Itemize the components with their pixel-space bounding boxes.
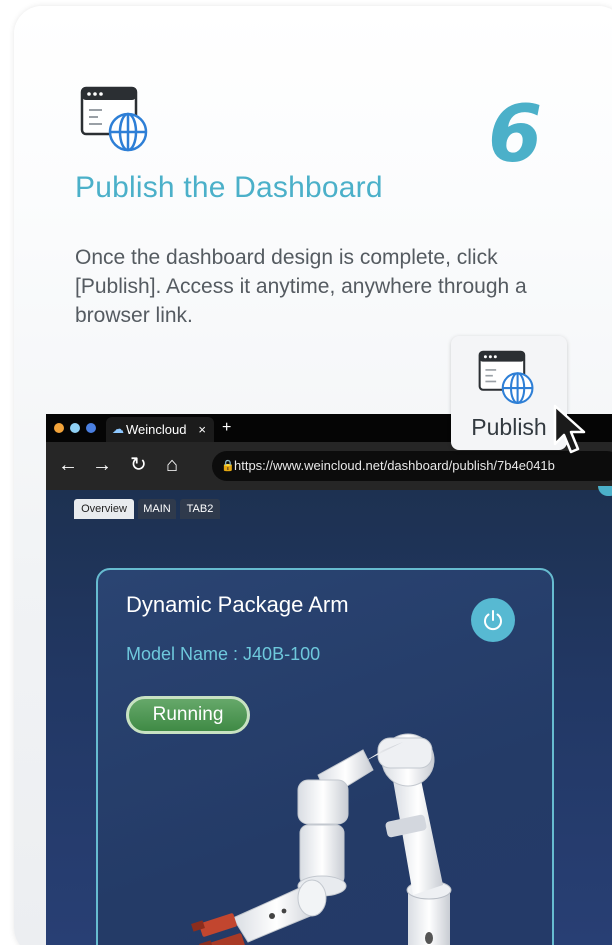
power-icon bbox=[484, 610, 502, 631]
dashboard-content: Overview MAIN TAB2 Dynamic Package Arm M… bbox=[46, 486, 612, 945]
reload-icon[interactable]: ↻ bbox=[130, 452, 147, 478]
device-name: Dynamic Package Arm bbox=[126, 592, 349, 617]
window-maximize-dot[interactable] bbox=[86, 423, 96, 433]
teal-corner-indicator bbox=[598, 486, 612, 496]
home-icon[interactable]: ⌂ bbox=[166, 452, 178, 478]
device-card: Dynamic Package Arm Model Name : J40B-10… bbox=[96, 568, 554, 945]
cloud-icon: ☁ bbox=[112, 422, 124, 436]
lock-icon: 🔒 bbox=[221, 460, 235, 472]
model-name: Model Name : J40B-100 bbox=[126, 644, 321, 664]
mouse-cursor-icon bbox=[553, 404, 586, 454]
new-tab-button[interactable]: + bbox=[222, 417, 231, 439]
publish-button[interactable]: Publish bbox=[451, 336, 567, 450]
step-title: Publish the Dashboard bbox=[75, 171, 383, 204]
power-button[interactable] bbox=[471, 598, 515, 642]
browser-tab-title: Weincloud bbox=[126, 422, 187, 437]
step-number: 6 bbox=[488, 90, 543, 180]
browser-tab[interactable]: ☁ Weincloud × bbox=[106, 417, 214, 442]
tab-overview[interactable]: Overview bbox=[74, 499, 134, 519]
robot-arm-illustration bbox=[191, 733, 452, 945]
tab-main[interactable]: MAIN bbox=[138, 499, 176, 519]
browser-globe-icon bbox=[478, 350, 534, 404]
url-text: https://www.weincloud.net/dashboard/publ… bbox=[234, 458, 555, 473]
window-minimize-dot[interactable] bbox=[70, 423, 80, 433]
publish-label: Publish bbox=[471, 414, 547, 440]
browser-globe-icon bbox=[80, 86, 148, 152]
step-description: Once the dashboard design is complete, c… bbox=[75, 246, 527, 327]
back-icon[interactable]: ← bbox=[58, 452, 78, 478]
forward-icon[interactable]: → bbox=[92, 452, 112, 478]
window-close-dot[interactable] bbox=[54, 423, 64, 433]
browser-window: ☁ Weincloud × + ← → ↻ ⌂ 🔒 https://www.we… bbox=[46, 414, 612, 945]
close-tab-icon[interactable]: × bbox=[198, 417, 206, 442]
tab-tab2[interactable]: TAB2 bbox=[180, 499, 220, 519]
